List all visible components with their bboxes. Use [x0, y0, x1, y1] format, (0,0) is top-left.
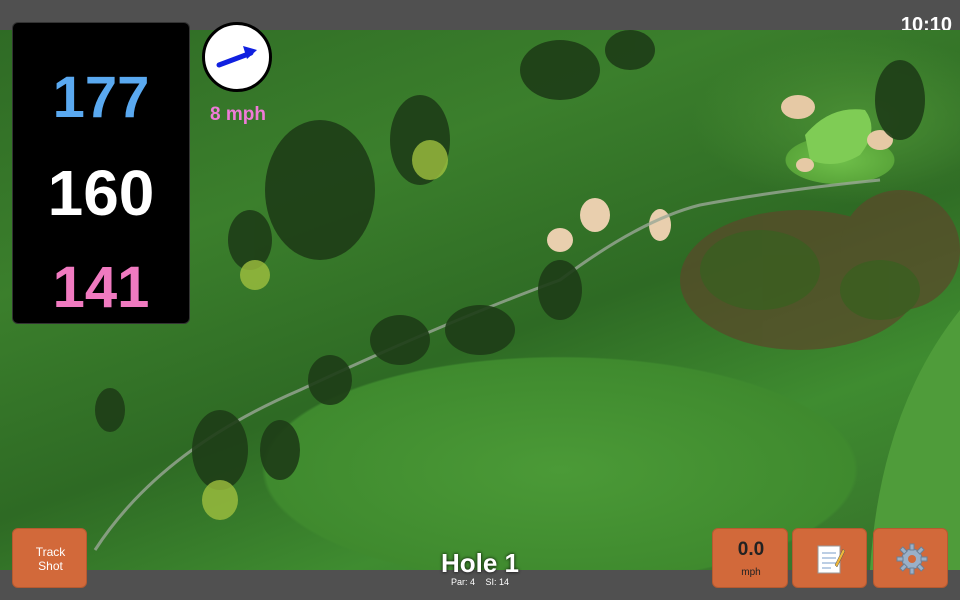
bunker: [781, 95, 815, 119]
bunker: [580, 198, 610, 232]
green: [805, 109, 872, 164]
settings-button[interactable]: [873, 528, 948, 588]
bunker: [547, 228, 573, 252]
notes-button[interactable]: [792, 528, 867, 588]
arrow-east-icon: [216, 46, 257, 68]
speed-button[interactable]: 0.0 mph: [712, 528, 788, 588]
wind-speed: 8 mph: [210, 104, 266, 125]
back-yardage: 177: [52, 65, 150, 130]
speed-value: 0.0: [737, 539, 765, 560]
middle-yardage: 160: [47, 157, 155, 229]
stroke-index-label: SI: 14: [485, 577, 510, 587]
track-shot-line-2: Shot: [38, 559, 63, 573]
track-shot-button[interactable]: Track Shot: [12, 528, 87, 588]
track-shot-line-1: Track: [35, 545, 66, 559]
par-label: Par: 4: [450, 577, 475, 587]
speed-unit: mph: [741, 567, 761, 578]
gear-icon: [896, 543, 928, 575]
hole-info: Par: 4 SI: 14: [380, 577, 580, 587]
front-yardage: 141: [52, 255, 150, 320]
bunker: [796, 158, 814, 172]
bunker: [649, 209, 671, 241]
yardage-panel: 177 160 141: [12, 22, 190, 324]
hole-title: Hole 1: [440, 548, 520, 578]
notepad-icon: [817, 545, 845, 574]
track-shot-label: Track Shot: [13, 545, 88, 573]
wind-direction-dial: [202, 22, 272, 92]
